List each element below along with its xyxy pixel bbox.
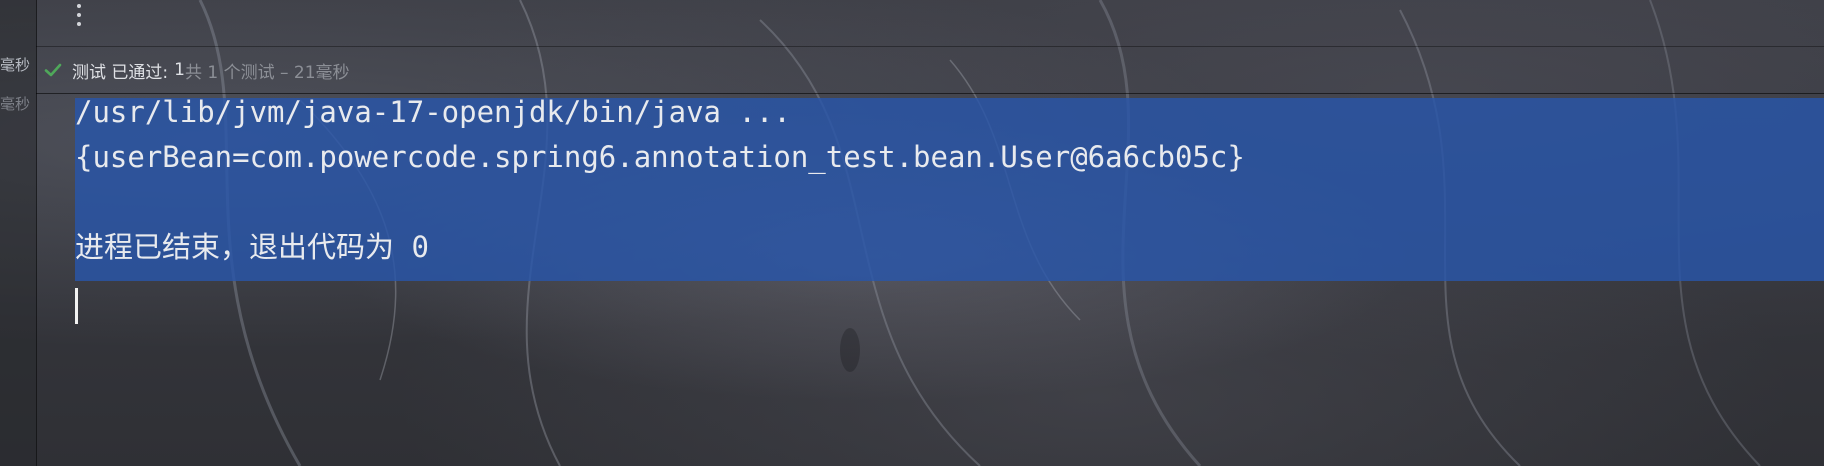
check-icon (42, 59, 64, 81)
test-status-summary: 测试 已通过: (72, 62, 169, 83)
test-status-detail: 共 1 个测试 – 21毫秒 (184, 62, 350, 83)
run-tool-window: 毫秒 毫秒 测试 已通过: 1 共 1 个测试 – 21毫秒 /usr/lib/… (0, 0, 1824, 466)
top-toolbar (36, 0, 1824, 44)
test-status-bar: 测试 已通过: 1 共 1 个测试 – 21毫秒 (36, 46, 1824, 94)
gutter-duration-label: 毫秒 (0, 95, 30, 113)
console-line: 进程已结束，退出代码为 0 (75, 230, 429, 264)
text-caret (75, 288, 78, 324)
left-gutter: 毫秒 毫秒 (0, 0, 37, 466)
gutter-duration-label: 毫秒 (0, 56, 30, 74)
console-line: /usr/lib/jvm/java-17-openjdk/bin/java ..… (75, 95, 791, 129)
console-output[interactable]: /usr/lib/jvm/java-17-openjdk/bin/java ..… (36, 93, 1824, 466)
kebab-vertical-icon[interactable] (70, 2, 88, 28)
console-line: {userBean=com.powercode.spring6.annotati… (75, 140, 1245, 174)
test-passed-count: 1 (174, 60, 185, 80)
